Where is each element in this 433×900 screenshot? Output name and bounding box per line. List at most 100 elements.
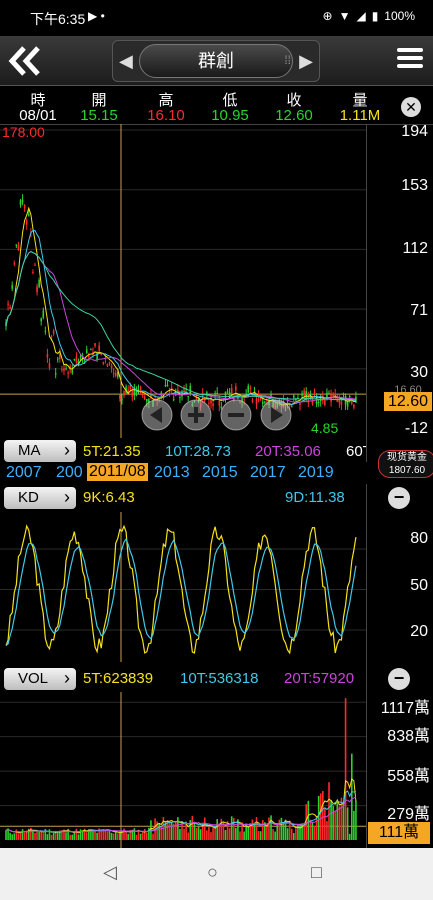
candle-body [61,369,63,371]
gold-price-chip[interactable]: 现货黄金 1807.60 [378,450,433,478]
candle-body [27,213,30,216]
candle-body [54,373,57,375]
volume-bar [295,828,297,840]
scroll-right-button[interactable] [259,398,293,432]
vol-10t: 10T:536318 [180,670,259,687]
volume-bar [11,834,14,840]
volume-bar [114,831,117,840]
volume-bar [85,832,88,840]
volume-bar [104,830,107,840]
nav-back-icon[interactable]: ◁ [103,862,117,883]
status-right: ⊕ ▼ ◢ ▮ 100% [323,9,416,23]
volume-bar [197,826,200,840]
year-axis[interactable]: 2007 200 2011/08 2013 2015 2017 2019 [0,462,372,484]
volume-bar [276,825,279,840]
zoom-in-button[interactable] [179,398,213,432]
scroll-left-button[interactable] [140,398,174,432]
ma-10t: 10T:28.73 [165,443,231,460]
candle-body [17,245,20,251]
volume-bar [255,817,258,840]
remove-kd-icon[interactable]: − [388,487,410,509]
candle-body [9,307,11,309]
candle-body [303,390,305,397]
zoom-out-button[interactable] [219,398,253,432]
year-2007: 2007 [6,464,42,481]
volume-bar [257,831,260,840]
volume-bar [117,833,119,840]
volume-bar [261,820,264,840]
candle-body [346,401,349,407]
candle-body [106,363,109,367]
volume-bar [119,832,121,840]
close-icon[interactable]: ✕ [401,97,421,117]
candle-body [340,401,343,405]
volume-bar [141,832,144,840]
next-stock-icon[interactable]: ▶ [299,51,313,72]
kd-axis-80: 80 [410,530,428,547]
candle-body [44,330,47,332]
volume-bar [245,824,247,840]
vol-button[interactable]: VOL [4,667,76,690]
volume-chart[interactable] [0,692,366,848]
candle-body [112,373,115,375]
candle-body [96,354,98,360]
stock-title[interactable]: 群創 [139,44,293,78]
battery-text: 100% [384,9,415,23]
volume-bar [315,815,318,840]
remove-vol-icon[interactable]: − [388,668,410,690]
vol-axis-279: 279萬 [387,806,430,823]
prev-stock-icon[interactable]: ◀ [119,51,133,72]
menu-button[interactable] [395,44,425,78]
candle-body [214,392,216,395]
volume-bar [313,826,316,840]
volume-bar [32,831,34,840]
volume-bar [268,817,270,840]
kd-axis-50: 50 [410,577,428,594]
kd-chart[interactable] [0,512,366,662]
candle-body [65,368,67,370]
volume-bar [69,834,71,840]
candle-body [63,368,65,371]
candle-body [141,394,144,396]
nav-home-icon[interactable]: ○ [207,862,218,883]
back-button[interactable] [4,40,46,82]
candle-body [139,386,142,391]
candle-body [13,263,16,265]
volume-bar [158,823,161,840]
notification-icons: ▶ • [88,9,105,23]
ma60-line [5,250,356,401]
year-selected: 2011/08 [87,463,148,481]
candle-body [123,390,125,396]
candle-body [216,392,218,394]
volume-bar [251,819,254,840]
candle-body [166,384,169,387]
volume-bar [216,819,218,840]
kd-button[interactable]: KD [4,486,76,509]
volume-bar [334,811,337,840]
ma-button[interactable]: MA [4,439,76,462]
volume-bar [336,800,339,840]
volume-bar [272,829,274,840]
candle-body [247,385,250,393]
volume-bar [239,831,241,840]
candle-body [301,393,303,396]
volume-bar [79,829,82,840]
volume-bar [253,823,256,840]
volume-bar [293,833,295,840]
nav-recents-icon[interactable]: □ [311,862,322,883]
price-chart[interactable] [0,124,366,438]
value-time: 08/01 [19,107,57,124]
volume-bar [127,833,129,840]
price-axis-30: 30 [410,364,428,381]
candle-body [90,349,92,351]
volume-bar [195,827,198,840]
volume-bar [266,825,268,840]
volume-bar [193,822,196,840]
volume-bar [191,815,194,840]
candle-body [50,335,53,337]
candle-body [40,318,42,322]
kd-d-value: 9D:11.38 [285,489,345,506]
value-close: 12.60 [275,107,313,124]
volume-bar [143,828,146,840]
volume-bar [328,782,330,840]
